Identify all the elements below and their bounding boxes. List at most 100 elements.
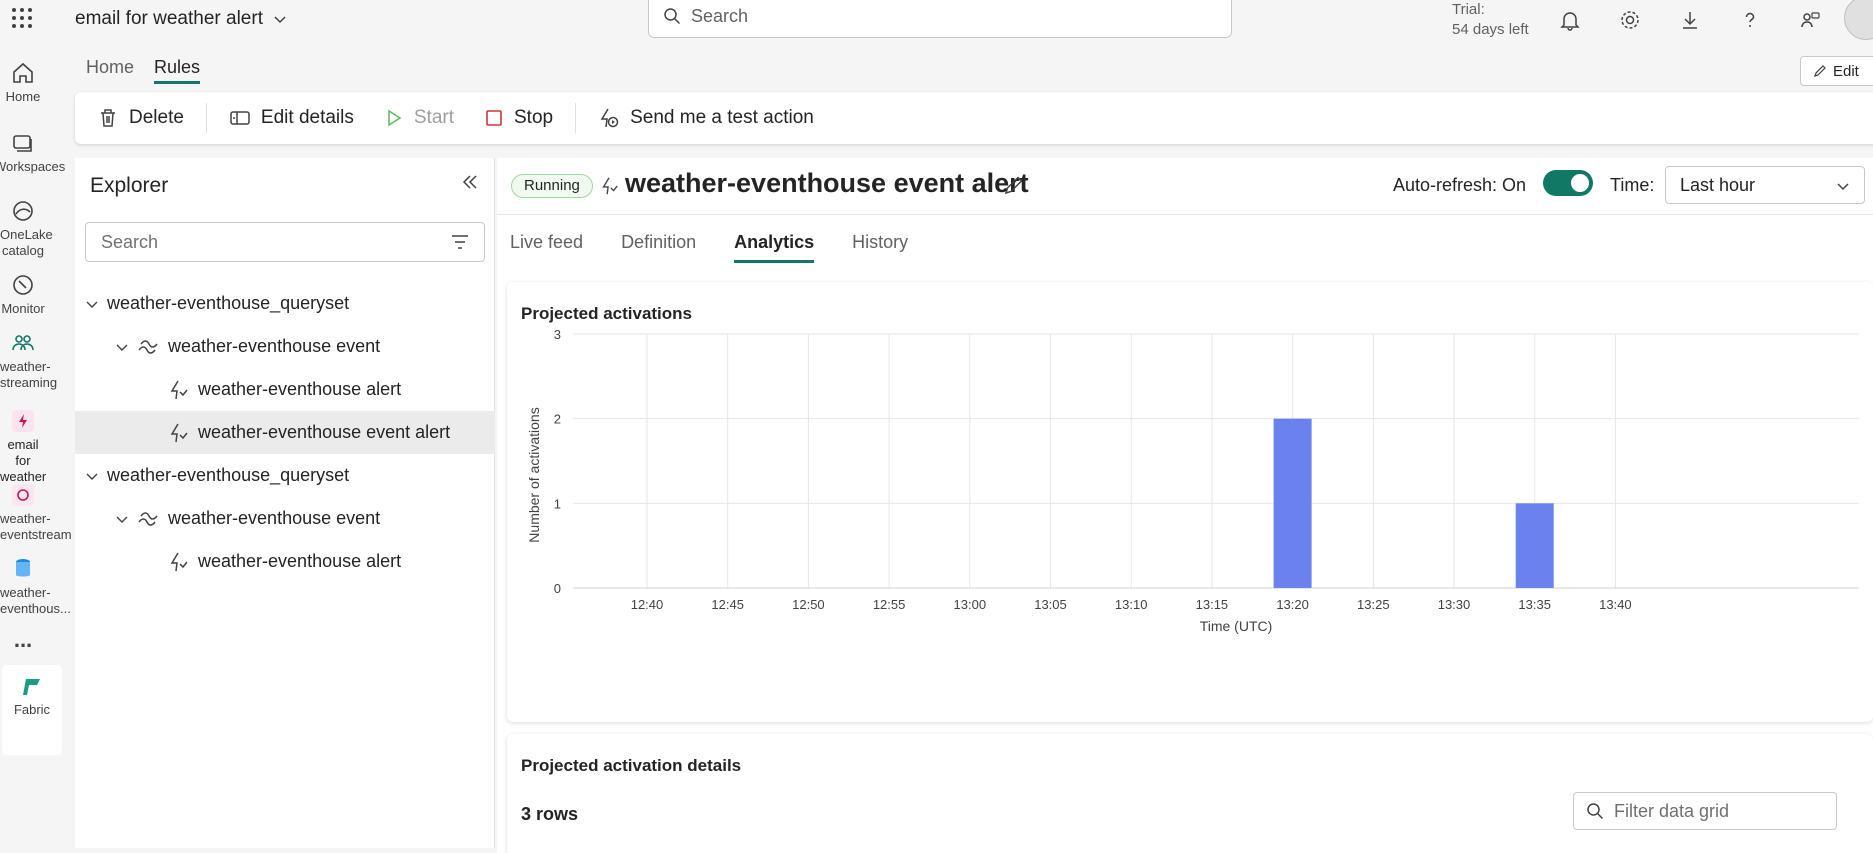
stop-button[interactable]: Stop xyxy=(484,107,553,129)
item-name-dropdown[interactable]: email for weather alert xyxy=(75,8,287,30)
edit-details-icon xyxy=(230,111,250,125)
y-tick-label: 2 xyxy=(554,412,561,427)
edit-details-button[interactable]: Edit details xyxy=(229,107,354,129)
download-icon[interactable] xyxy=(1676,6,1704,34)
left-navigation: Home Workspaces OneLake catalog Monitor … xyxy=(0,40,74,853)
chevron-down-icon[interactable] xyxy=(85,297,99,311)
trial-label: Trial: xyxy=(1452,1,1485,18)
account-avatar[interactable] xyxy=(1844,0,1873,40)
nav-fabric[interactable]: Fabric xyxy=(2,665,62,755)
share-people-icon[interactable] xyxy=(1796,6,1824,34)
settings-gear-icon[interactable] xyxy=(1616,6,1644,34)
start-button[interactable]: Start xyxy=(384,107,454,129)
chevron-down-icon[interactable] xyxy=(115,340,129,354)
time-range-dropdown[interactable]: Last hour xyxy=(1665,166,1865,204)
activations-chart: 0 1 2 3 12:40 12:45 12:50 12:55 13:00 13:05 13:10 1… xyxy=(526,327,1859,634)
x-tick-label: 13:40 xyxy=(1599,597,1632,612)
search-icon xyxy=(664,8,681,25)
nav-home-label: Home xyxy=(5,89,41,104)
nav-weather-eventhouse[interactable]: weather-eventhous... xyxy=(0,556,71,617)
nav-weather-streaming-label: weather-streaming xyxy=(0,359,58,390)
tree-node-event-2[interactable]: weather-eventhouse event xyxy=(75,497,495,540)
tree-node-alert[interactable]: weather-eventhouse alert xyxy=(75,368,495,411)
x-tick-label: 12:50 xyxy=(792,597,825,612)
auto-refresh-toggle[interactable] xyxy=(1543,170,1593,196)
item-name: email for weather alert xyxy=(75,8,263,29)
toolbar-divider xyxy=(205,103,207,133)
chevron-down-icon[interactable] xyxy=(115,512,129,526)
projected-activations-card: Projected activations 0 1 2 3 12:40 12:45 12:5… xyxy=(507,282,1873,722)
rename-pencil-icon[interactable] xyxy=(1003,174,1025,196)
eventstream-icon xyxy=(0,482,46,508)
workspaces-icon xyxy=(0,130,46,156)
x-tick-label: 13:25 xyxy=(1357,597,1390,612)
global-search-input[interactable]: Search xyxy=(648,0,1232,38)
bar-13:35 xyxy=(1515,503,1554,588)
nav-workspaces[interactable]: Workspaces xyxy=(0,130,65,175)
tree-node-queryset-2[interactable]: weather-eventhouse_queryset xyxy=(75,454,495,497)
nav-monitor-label: Monitor xyxy=(1,301,45,316)
chevron-down-icon[interactable] xyxy=(85,469,99,483)
tree-node-label: weather-eventhouse event xyxy=(168,336,381,356)
auto-refresh-value: On xyxy=(1502,175,1527,195)
tree-node-queryset[interactable]: weather-eventhouse_queryset xyxy=(75,282,495,325)
auto-refresh-label: Auto-refresh: xyxy=(1393,175,1498,195)
y-tick-label: 1 xyxy=(554,496,561,511)
delete-button[interactable]: Delete xyxy=(97,107,184,129)
app-launcher-icon[interactable] xyxy=(10,6,34,30)
help-icon[interactable] xyxy=(1736,6,1764,34)
x-tick-label: 13:10 xyxy=(1115,597,1148,612)
trash-icon xyxy=(101,109,115,127)
tree-node-label: weather-eventhouse alert xyxy=(198,551,402,571)
explorer-panel: Explorer Search weather-eventhouse_query… xyxy=(75,158,495,848)
time-label: Time: xyxy=(1610,175,1655,195)
tab-home[interactable]: Home xyxy=(86,57,134,84)
tree-node-label: weather-eventhouse alert xyxy=(198,379,402,399)
tab-history[interactable]: History xyxy=(852,232,908,263)
x-tick-label: 13:00 xyxy=(954,597,987,612)
x-tick-label: 13:15 xyxy=(1196,597,1229,612)
filter-placeholder: Filter data grid xyxy=(1614,800,1730,821)
tab-live-feed[interactable]: Live feed xyxy=(510,232,583,263)
x-axis-label: Time (UTC) xyxy=(1200,618,1273,634)
nav-weather-eventstream[interactable]: weather-eventstream xyxy=(0,482,72,543)
notifications-icon[interactable] xyxy=(1556,6,1584,34)
nav-fabric-label: Fabric xyxy=(13,702,51,717)
y-tick-label: 3 xyxy=(554,327,561,342)
top-tabs: Home Rules xyxy=(86,57,201,84)
nav-onelake-catalog[interactable]: OneLake catalog xyxy=(0,198,53,259)
trial-status[interactable]: Trial: 54 days left xyxy=(1452,0,1529,40)
workspace-people-icon xyxy=(0,330,46,356)
edit-button[interactable]: Edit xyxy=(1800,56,1873,86)
test-action-icon xyxy=(600,108,619,128)
nav-eventhouse-label: weather-eventhous... xyxy=(0,585,71,616)
tree-node-label: weather-eventhouse event alert xyxy=(198,422,451,442)
tab-analytics[interactable]: Analytics xyxy=(734,232,815,263)
x-tick-label: 12:40 xyxy=(631,597,664,612)
tree-node-event[interactable]: weather-eventhouse event xyxy=(75,325,495,368)
nav-weather-streaming[interactable]: weather-streaming xyxy=(0,330,58,391)
nav-home[interactable]: Home xyxy=(0,60,46,105)
send-test-action-button[interactable]: Send me a test action xyxy=(598,107,814,129)
tree-node-event-alert-selected[interactable]: weather-eventhouse event alert xyxy=(75,411,495,454)
nav-eventstream-label: weather-eventstream xyxy=(0,511,72,542)
tab-rules[interactable]: Rules xyxy=(154,57,201,84)
explorer-search-input[interactable]: Search xyxy=(85,222,485,262)
row-count: 3 rows xyxy=(521,804,579,824)
nav-monitor[interactable]: Monitor xyxy=(0,272,46,317)
filter-data-grid-input[interactable]: Filter data grid xyxy=(1573,792,1837,830)
x-tick-label: 12:45 xyxy=(711,597,744,612)
rule-tabs: Live feed Definition Analytics History xyxy=(510,232,908,263)
explorer-search-placeholder: Search xyxy=(101,231,159,252)
tab-definition[interactable]: Definition xyxy=(621,232,696,263)
more-options-icon[interactable]: ... xyxy=(0,629,46,651)
pencil-icon xyxy=(1814,65,1826,77)
explorer-tree: weather-eventhouse_queryset weather-even… xyxy=(75,282,495,583)
onelake-catalog-icon xyxy=(0,198,46,224)
collapse-pane-icon[interactable] xyxy=(460,172,480,192)
tree-node-alert-2[interactable]: weather-eventhouse alert xyxy=(75,540,495,583)
x-tick-label: 13:05 xyxy=(1034,597,1067,612)
filter-icon[interactable] xyxy=(450,233,470,251)
trial-days-left: 54 days left xyxy=(1452,21,1529,38)
rule-alert-icon xyxy=(170,380,188,399)
